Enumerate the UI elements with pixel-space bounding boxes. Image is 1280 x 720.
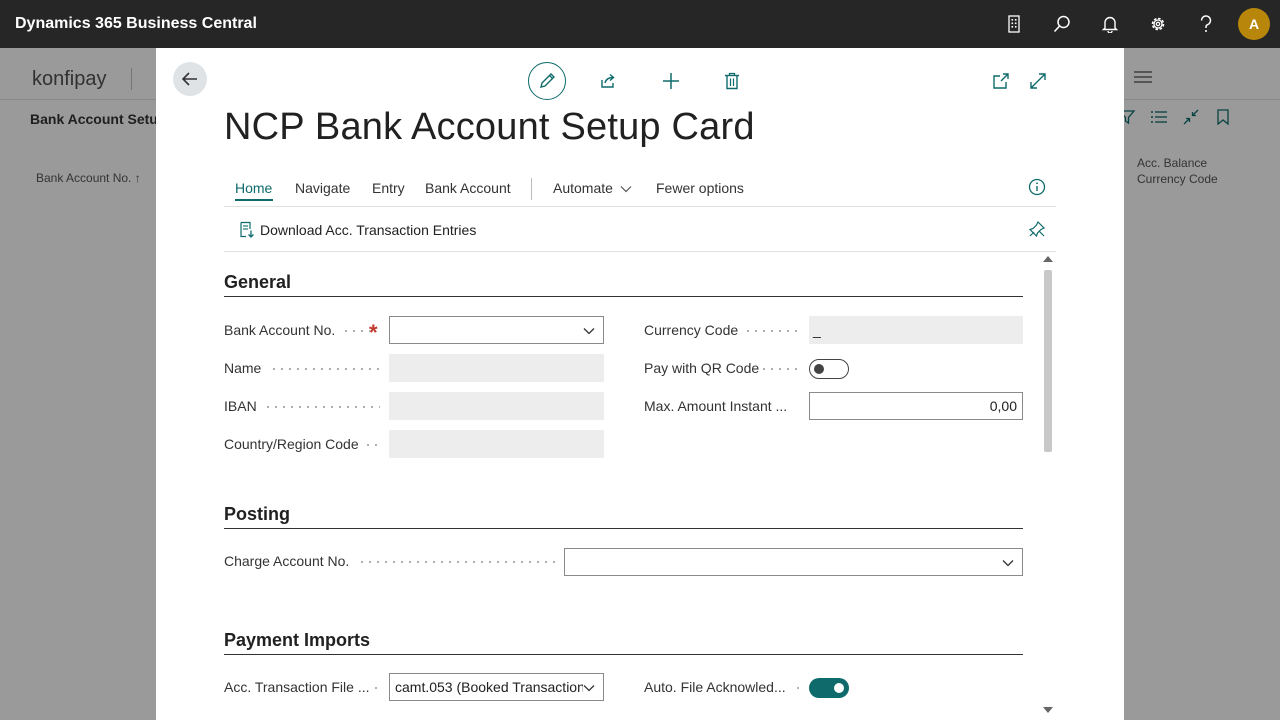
app-title[interactable]: Dynamics 365 Business Central: [15, 15, 257, 33]
toggle-knob: [834, 683, 844, 693]
field-label-acc-transaction-file: Acc. Transaction File ...: [224, 679, 369, 695]
page-title: NCP Bank Account Setup Card: [224, 106, 755, 148]
section-title-general[interactable]: General: [224, 272, 291, 293]
expand-button[interactable]: [1026, 69, 1050, 93]
building-icon[interactable]: [990, 0, 1038, 48]
toggle-knob: [814, 364, 824, 374]
label-dots: [794, 687, 802, 689]
trash-icon: [725, 72, 739, 90]
download-acc-transaction-entries-label: Download Acc. Transaction Entries: [260, 222, 477, 238]
chevron-down-icon[interactable]: [1002, 559, 1014, 567]
max-amount-instant-field[interactable]: 0,00: [809, 392, 1023, 420]
auto-file-acknowledge-toggle[interactable]: [809, 678, 849, 698]
expand-icon: [1030, 73, 1046, 89]
open-new-window-button[interactable]: [989, 69, 1013, 93]
user-avatar[interactable]: A: [1238, 8, 1270, 40]
scroll-down-arrow[interactable]: [1043, 707, 1053, 713]
tab-bank-account[interactable]: Bank Account: [425, 180, 511, 196]
tab-home[interactable]: Home: [235, 180, 272, 196]
label-dots: [364, 444, 380, 446]
download-document-icon: [240, 221, 254, 238]
field-label-bank-account-no: Bank Account No.: [224, 322, 336, 338]
card-content: General Bank Account No. * Name IBAN Cou…: [224, 256, 1024, 720]
required-indicator: *: [369, 320, 378, 345]
label-dots: [760, 368, 800, 370]
download-acc-transaction-entries-button[interactable]: Download Acc. Transaction Entries: [238, 221, 476, 239]
iban-field[interactable]: [389, 392, 604, 420]
gear-icon[interactable]: [1134, 0, 1182, 48]
bell-icon[interactable]: [1086, 0, 1134, 48]
acc-transaction-file-value: camt.053 (Booked Transaction: [395, 679, 585, 695]
tab-entry[interactable]: Entry: [372, 180, 405, 196]
delete-button[interactable]: [720, 69, 744, 93]
section-title-posting[interactable]: Posting: [224, 504, 290, 525]
divider: [531, 178, 532, 200]
country-region-code-field[interactable]: [389, 430, 604, 458]
field-label-max-amount-instant: Max. Amount Instant ...: [644, 398, 788, 414]
plus-icon: [663, 73, 679, 89]
acc-transaction-file-select[interactable]: camt.053 (Booked Transaction: [389, 673, 604, 701]
label-dots: [372, 687, 382, 689]
currency-code-field[interactable]: _: [809, 316, 1023, 344]
section-divider: [224, 528, 1023, 529]
tab-navigate[interactable]: Navigate: [295, 180, 350, 196]
tab-automate[interactable]: Automate: [553, 180, 632, 196]
pencil-icon: [540, 73, 555, 88]
max-amount-instant-value: 0,00: [989, 398, 1017, 414]
section-title-payment-imports[interactable]: Payment Imports: [224, 630, 370, 651]
section-divider: [224, 654, 1023, 655]
field-label-charge-account-no: Charge Account No.: [224, 553, 350, 569]
share-button[interactable]: [596, 69, 620, 93]
label-dots: [270, 368, 380, 370]
search-icon[interactable]: [1038, 0, 1086, 48]
fewer-options-link[interactable]: Fewer options: [656, 180, 744, 196]
active-tab-indicator: [235, 199, 273, 201]
label-dots: [358, 561, 556, 563]
charge-account-no-field[interactable]: [564, 548, 1023, 576]
help-icon[interactable]: [1182, 0, 1230, 48]
new-button[interactable]: [659, 69, 683, 93]
app-bar: Dynamics 365 Business Central A: [0, 0, 1280, 48]
open-new-window-icon: [993, 73, 1009, 89]
label-dots: [744, 330, 800, 332]
field-label-currency-code: Currency Code: [644, 322, 739, 338]
action-bar: Home Navigate Entry Bank Account Automat…: [224, 176, 1056, 207]
info-icon[interactable]: [1028, 178, 1046, 201]
scroll-thumb[interactable]: [1044, 270, 1052, 452]
content-scrollbar[interactable]: [1042, 256, 1054, 720]
bank-account-setup-card: NCP Bank Account Setup Card Home Navigat…: [156, 48, 1124, 720]
pay-with-qr-code-toggle[interactable]: [809, 359, 849, 379]
name-field[interactable]: [389, 354, 604, 382]
label-dots: [342, 330, 370, 332]
chevron-down-icon[interactable]: [583, 684, 595, 692]
currency-code-value: _: [813, 322, 821, 338]
field-label-name: Name: [224, 360, 262, 376]
app-bar-icons: A: [990, 0, 1270, 48]
field-label-country-region-code: Country/Region Code: [224, 436, 359, 452]
field-label-pay-with-qr-code: Pay with QR Code: [644, 360, 760, 376]
scroll-up-arrow[interactable]: [1043, 256, 1053, 262]
back-button[interactable]: [173, 62, 207, 96]
chevron-down-icon: [620, 186, 632, 193]
field-label-auto-file-acknowledge: Auto. File Acknowled...: [644, 679, 786, 695]
edit-button[interactable]: [528, 62, 566, 100]
section-divider: [224, 296, 1023, 297]
chevron-down-icon[interactable]: [583, 327, 595, 335]
bank-account-no-field[interactable]: [389, 316, 604, 344]
tab-automate-label: Automate: [553, 180, 613, 196]
share-icon: [601, 73, 615, 88]
unpin-icon[interactable]: [1028, 220, 1046, 243]
promoted-actions-bar: Download Acc. Transaction Entries: [224, 208, 1056, 252]
field-label-iban: IBAN: [224, 398, 257, 414]
label-dots: [264, 406, 380, 408]
